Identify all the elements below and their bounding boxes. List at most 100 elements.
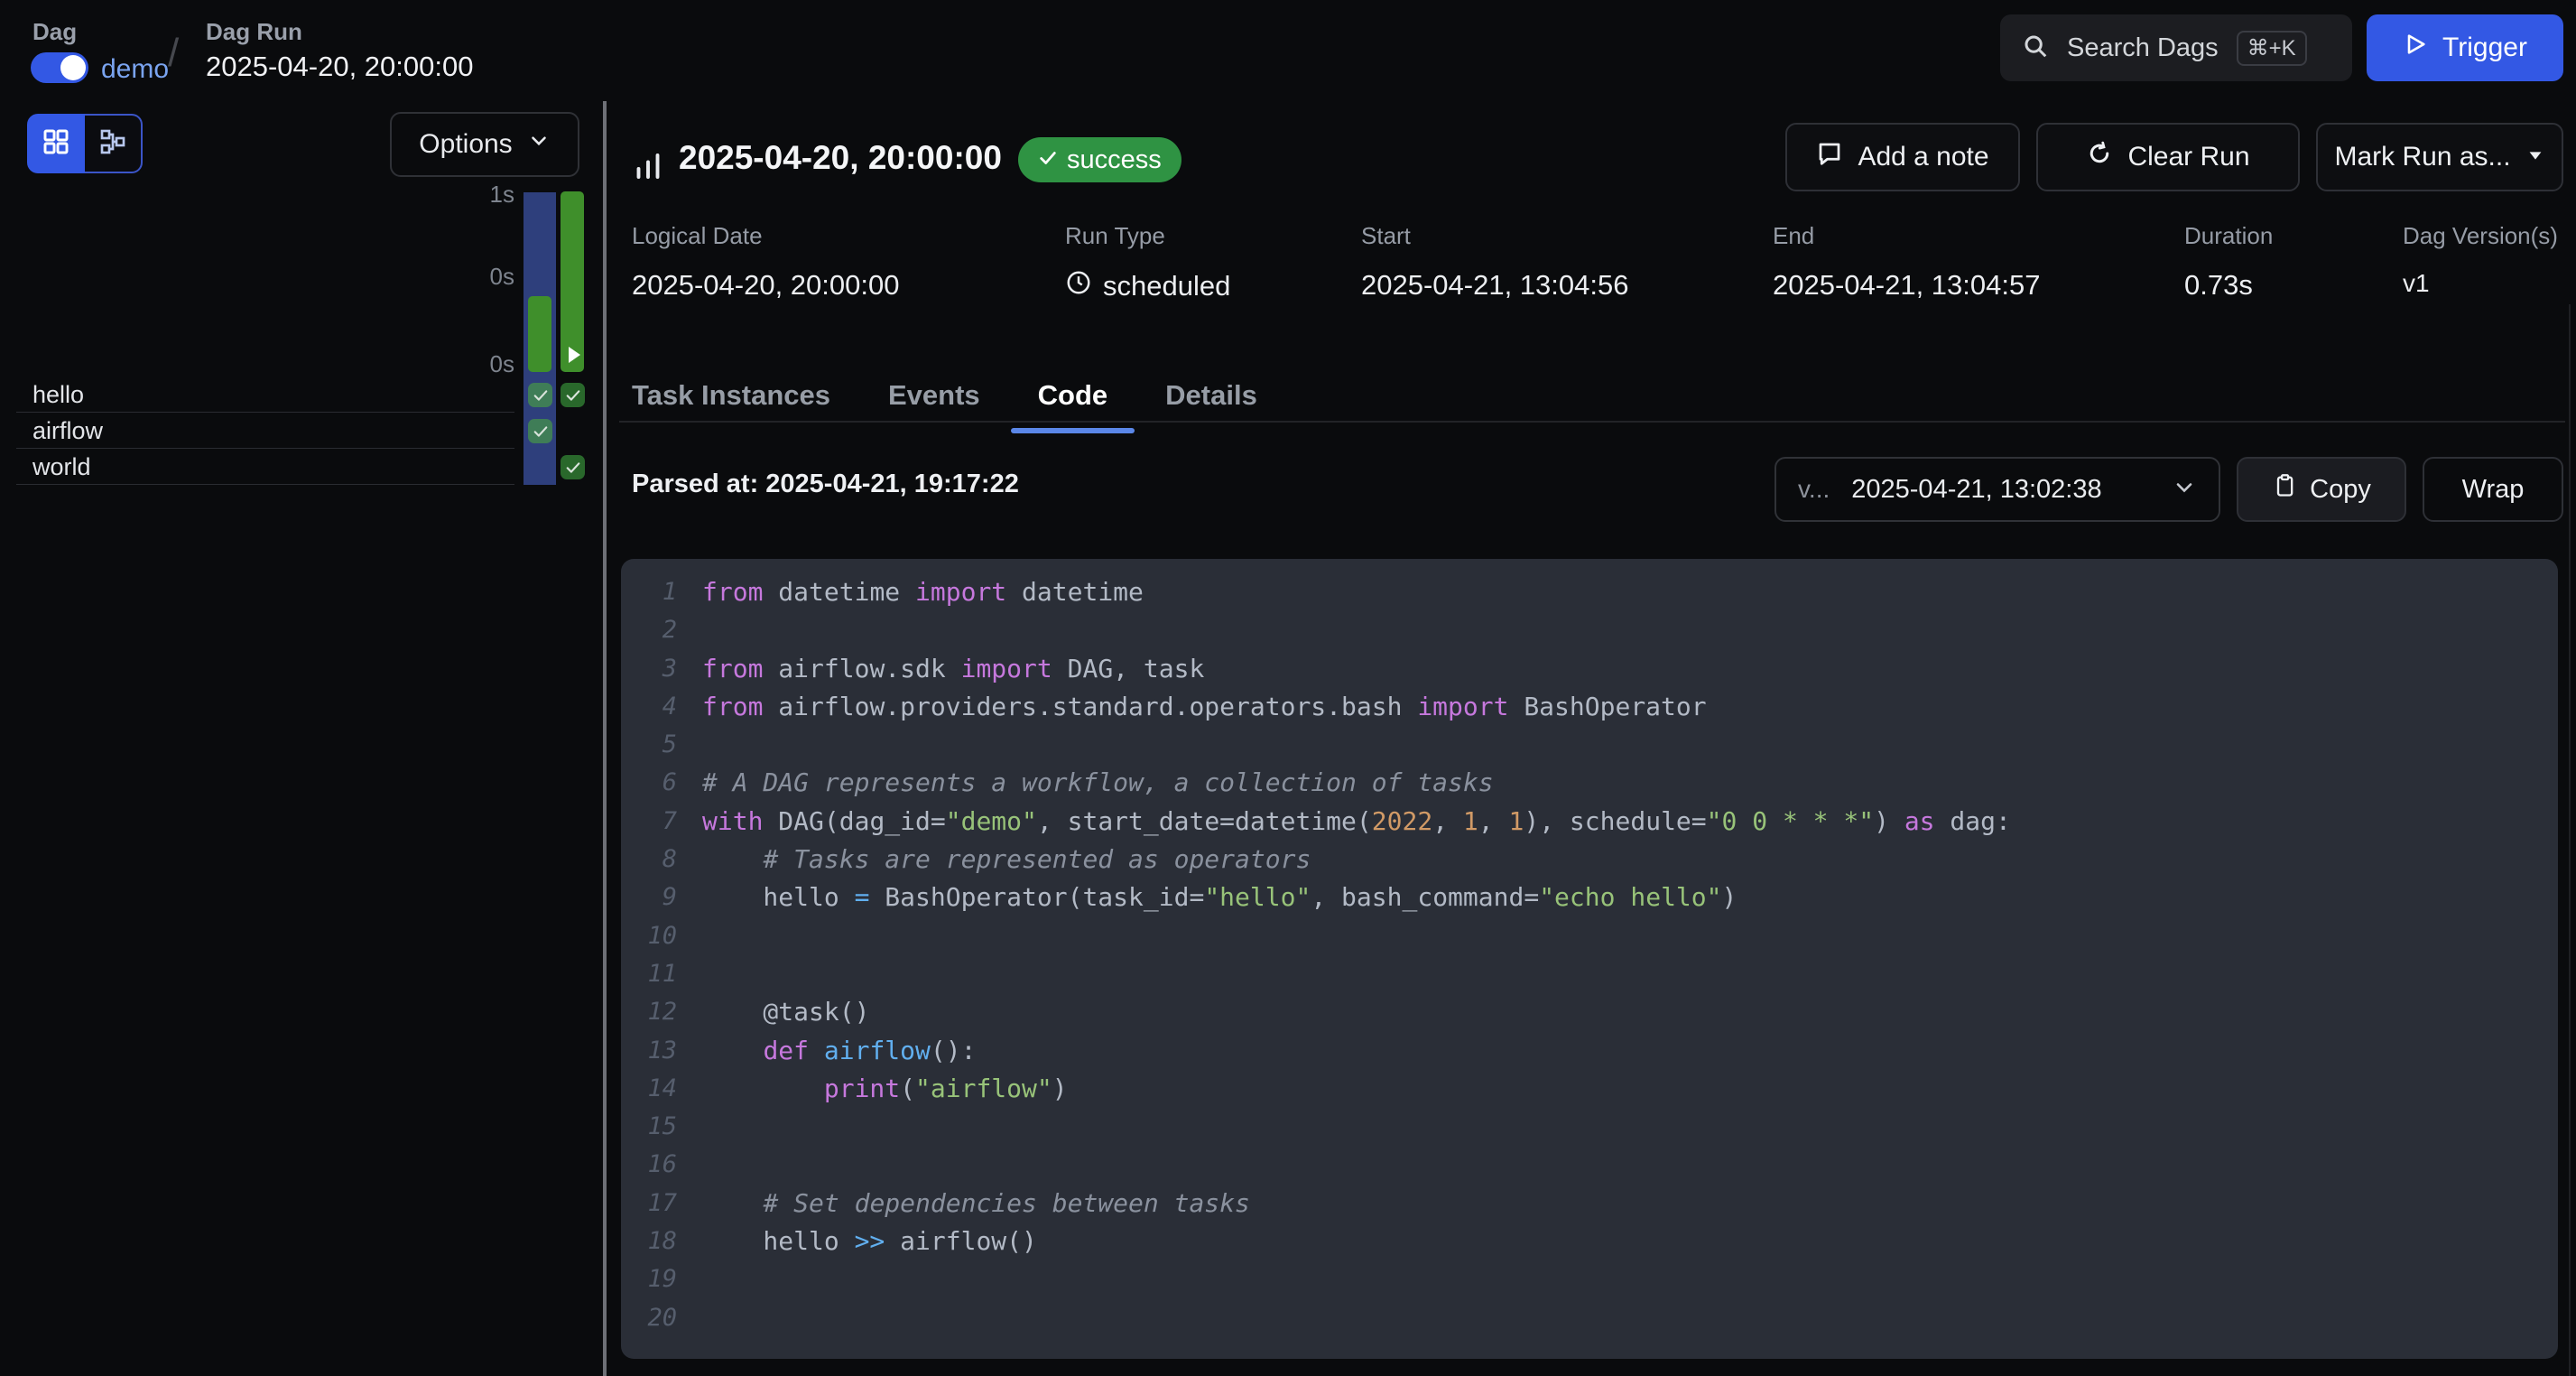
bar-chart-icon: [632, 150, 664, 187]
meta-run-type: Run Type scheduled: [1065, 222, 1165, 250]
code-line: 14 print("airflow"): [621, 1070, 2558, 1108]
clear-run-label: Clear Run: [2127, 142, 2249, 172]
search-icon: [2022, 33, 2049, 64]
trigger-label: Trigger: [2442, 33, 2527, 63]
tab-details[interactable]: Details: [1165, 379, 1257, 419]
axis-tick: 1s: [460, 181, 514, 209]
code-line: 12 @task(): [621, 993, 2558, 1031]
version-prefix: v...: [1798, 475, 1830, 504]
caret-down-icon: [2525, 142, 2545, 172]
wrap-label: Wrap: [2462, 475, 2525, 505]
row-divider: [16, 412, 514, 413]
tab-code[interactable]: Code: [1038, 379, 1108, 419]
code-line: 18 hello >> airflow(): [621, 1223, 2558, 1260]
code-line: 8 # Tasks are represented as operators: [621, 841, 2558, 879]
copy-button[interactable]: Copy: [2237, 457, 2406, 522]
mark-run-as-button[interactable]: Mark Run as...: [2316, 123, 2563, 191]
code-line: 11: [621, 955, 2558, 993]
note-icon: [1816, 140, 1843, 174]
code-line: 13 def airflow():: [621, 1032, 2558, 1070]
tab-task-instances[interactable]: Task Instances: [632, 379, 830, 419]
code-line: 9 hello = BashOperator(task_id="hello", …: [621, 879, 2558, 916]
code-line: 2: [621, 611, 2558, 649]
status-badge: success: [1018, 137, 1181, 182]
chevron-down-icon: [527, 129, 551, 160]
play-icon: [2403, 32, 2428, 64]
check-icon: [1038, 145, 1058, 175]
parsed-at-text: Parsed at: 2025-04-21, 19:17:22: [632, 470, 1019, 499]
view-toggle: [27, 114, 143, 173]
code-line: 3from airflow.sdk import DAG, task: [621, 650, 2558, 688]
grid-view-button[interactable]: [27, 114, 85, 173]
manual-run-icon: [569, 347, 580, 363]
search-shortcut: ⌘+K: [2237, 31, 2307, 66]
tabs-divider: [619, 421, 2565, 423]
axis-tick: 0s: [460, 350, 514, 378]
trigger-button[interactable]: Trigger: [2367, 14, 2563, 81]
task-instance-hello[interactable]: [561, 383, 585, 407]
breadcrumb-dag-name[interactable]: demo: [101, 54, 169, 85]
refresh-icon: [2086, 140, 2113, 174]
add-note-label: Add a note: [1858, 142, 1988, 172]
code-line: 7with DAG(dag_id="demo", start_date=date…: [621, 803, 2558, 841]
options-label: Options: [419, 129, 512, 160]
code-line: 17 # Set dependencies between tasks: [621, 1185, 2558, 1223]
dag-version-select[interactable]: v... 2025-04-21, 13:02:38: [1774, 457, 2220, 522]
meta-start: Start 2025-04-21, 13:04:56: [1361, 222, 1411, 250]
run-duration-bar[interactable]: [528, 296, 551, 372]
code-line: 6# A DAG represents a workflow, a collec…: [621, 764, 2558, 802]
code-line: 19: [621, 1260, 2558, 1298]
graph-icon: [98, 127, 127, 161]
meta-dag-versions: Dag Version(s) v1: [2403, 222, 2558, 250]
axis-tick: 0s: [460, 263, 514, 291]
grid-icon: [42, 127, 70, 161]
breadcrumb-dag-label: Dag: [32, 18, 77, 46]
task-instance-world[interactable]: [561, 455, 585, 479]
run-title: 2025-04-20, 20:00:00: [679, 139, 1002, 177]
task-row-world[interactable]: world: [32, 453, 91, 481]
meta-logical-date: Logical Date 2025-04-20, 20:00:00: [632, 222, 763, 250]
breadcrumb-dagrun-value: 2025-04-20, 20:00:00: [206, 51, 473, 83]
add-note-button[interactable]: Add a note: [1785, 123, 2020, 191]
run-duration-bar[interactable]: [561, 191, 584, 372]
breadcrumb-dagrun-label: Dag Run: [206, 18, 302, 46]
row-divider: [16, 448, 514, 449]
meta-end: End 2025-04-21, 13:04:57: [1773, 222, 1814, 250]
row-divider: [16, 484, 514, 485]
dag-pause-toggle[interactable]: [31, 52, 88, 83]
graph-view-button[interactable]: [85, 114, 143, 173]
version-value: 2025-04-21, 13:02:38: [1851, 475, 2101, 505]
panel-resize-handle[interactable]: [603, 101, 607, 1376]
search-label: Search Dags: [2067, 33, 2219, 63]
app-window: Dag demo / Dag Run 2025-04-20, 20:00:00 …: [0, 0, 2576, 1376]
code-line: 5: [621, 726, 2558, 764]
meta-duration: Duration 0.73s: [2184, 222, 2273, 250]
detail-tabs: Task Instances Events Code Details: [632, 379, 1257, 419]
code-viewer: 1from datetime import datetime23from air…: [621, 559, 2558, 1359]
code-line: 20: [621, 1299, 2558, 1337]
copy-label: Copy: [2310, 475, 2371, 505]
task-instance-airflow[interactable]: [528, 419, 552, 443]
task-instance-hello[interactable]: [528, 383, 552, 407]
breadcrumb-separator: /: [168, 31, 179, 76]
clipboard-icon: [2272, 473, 2297, 506]
search-dags-button[interactable]: Search Dags ⌘+K: [2000, 14, 2352, 81]
scrollbar-track[interactable]: [2569, 304, 2571, 1376]
wrap-button[interactable]: Wrap: [2423, 457, 2563, 522]
code-line: 1from datetime import datetime: [621, 573, 2558, 611]
code-line: 4from airflow.providers.standard.operato…: [621, 688, 2558, 726]
clear-run-button[interactable]: Clear Run: [2036, 123, 2300, 191]
code-line: 16: [621, 1146, 2558, 1184]
status-label: success: [1067, 145, 1162, 175]
task-row-hello[interactable]: hello: [32, 381, 84, 409]
toggle-knob: [60, 55, 86, 80]
options-dropdown[interactable]: Options: [390, 112, 579, 177]
chevron-down-icon: [2172, 475, 2197, 505]
task-row-airflow[interactable]: airflow: [32, 417, 103, 445]
code-line: 15: [621, 1108, 2558, 1146]
clock-icon: [1065, 269, 1092, 303]
mark-run-as-label: Mark Run as...: [2334, 142, 2510, 172]
tab-events[interactable]: Events: [888, 379, 980, 419]
code-lines: 1from datetime import datetime23from air…: [621, 573, 2558, 1337]
code-line: 10: [621, 917, 2558, 955]
